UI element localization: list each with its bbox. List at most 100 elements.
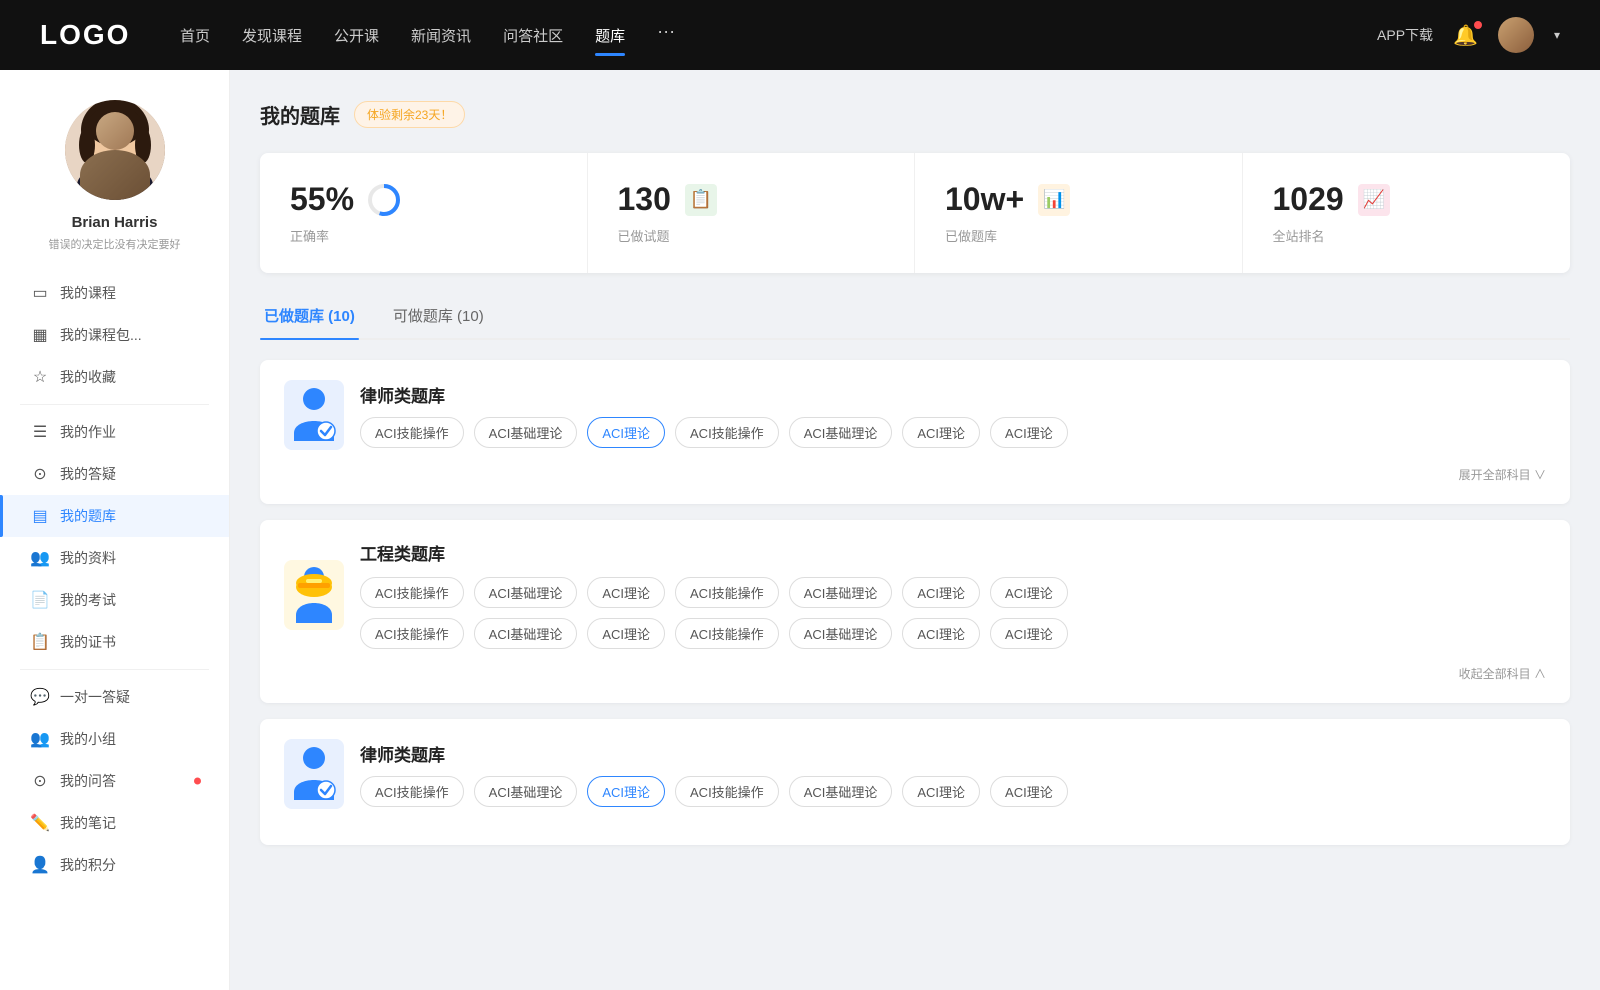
nav-discover[interactable]: 发现课程	[242, 21, 302, 50]
menu-divider-1	[20, 404, 209, 405]
sidebar-item-myfavorite[interactable]: ☆ 我的收藏	[0, 356, 229, 398]
donut-chart	[366, 182, 402, 218]
bank-tags-engineer-row1: ACI技能操作 ACI基础理论 ACI理论 ACI技能操作 ACI基础理论 AC…	[360, 577, 1546, 608]
bank-tag[interactable]: ACI理论	[902, 618, 980, 649]
sidebar-item-mypoints[interactable]: 👤 我的积分	[0, 844, 229, 886]
sidebar-item-myqanda[interactable]: ⊙ 我的问答	[0, 760, 229, 802]
bank-tag[interactable]: ACI基础理论	[789, 417, 893, 448]
bank-card-header-3: 律师类题库 ACI技能操作 ACI基础理论 ACI理论 ACI技能操作 ACI基…	[284, 739, 1546, 809]
page-header: 我的题库 体验剩余23天！	[260, 100, 1570, 129]
stat-icon-banks: 📊	[1036, 182, 1072, 218]
ranking-icon-box: 📈	[1358, 184, 1390, 216]
stat-label-done: 已做试题	[618, 226, 885, 245]
sidebar-item-mynotes[interactable]: ✏️ 我的笔记	[0, 802, 229, 844]
bank-title-3: 律师类题库 ACI技能操作 ACI基础理论 ACI理论 ACI技能操作 ACI基…	[360, 741, 1068, 807]
app-download-button[interactable]: APP下载	[1377, 25, 1433, 45]
sidebar-item-mycertificate[interactable]: 📋 我的证书	[0, 621, 229, 663]
bank-tag-active[interactable]: ACI理论	[587, 417, 665, 448]
bank-tag-active[interactable]: ACI理论	[587, 776, 665, 807]
sidebar-item-myexam[interactable]: 📄 我的考试	[0, 579, 229, 621]
bank-tag[interactable]: ACI基础理论	[789, 618, 893, 649]
nav-home[interactable]: 首页	[180, 21, 210, 50]
bank-tag[interactable]: ACI理论	[902, 577, 980, 608]
coursepack-icon: ▦	[30, 325, 50, 345]
bank-icon: 📊	[1043, 189, 1065, 210]
lawyer-icon-svg-2	[288, 744, 340, 804]
bank-footer-engineer: 收起全部科目 ∧	[284, 665, 1546, 683]
bank-icon-engineer	[284, 560, 344, 630]
stats-row: 55% 正确率 130 📋	[260, 153, 1570, 273]
bank-card-lawyer-1: 律师类题库 ACI技能操作 ACI基础理论 ACI理论 ACI技能操作 ACI基…	[260, 360, 1570, 504]
bank-tag[interactable]: ACI理论	[990, 776, 1068, 807]
nav-questionbank[interactable]: 题库	[595, 21, 625, 50]
stat-done-banks: 10w+ 📊 已做题库	[915, 153, 1243, 273]
bank-tag[interactable]: ACI基础理论	[474, 417, 578, 448]
logo: LOGO	[40, 19, 140, 51]
avatar-dropdown-icon[interactable]: ▾	[1554, 28, 1560, 42]
avatar[interactable]	[1498, 17, 1534, 53]
sidebar-item-1on1[interactable]: 💬 一对一答疑	[0, 676, 229, 718]
bank-tag[interactable]: ACI技能操作	[675, 417, 779, 448]
stat-done-questions: 130 📋 已做试题	[588, 153, 916, 273]
sidebar-item-myqa[interactable]: ⊙ 我的答疑	[0, 453, 229, 495]
banks-icon-box: 📊	[1038, 184, 1070, 216]
bank-tag[interactable]: ACI基础理论	[789, 776, 893, 807]
sidebar-menu: ▭ 我的课程 ▦ 我的课程包... ☆ 我的收藏 ☰ 我的作业 ⊙ 我的答疑 ▤	[0, 272, 229, 886]
sidebar-user-name: Brian Harris	[72, 214, 158, 231]
nav-qa[interactable]: 问答社区	[503, 21, 563, 50]
nav-more[interactable]: ···	[657, 21, 675, 50]
bank-icon-lawyer-2	[284, 739, 344, 809]
stat-label-banks: 已做题库	[945, 226, 1212, 245]
bank-tag[interactable]: ACI技能操作	[675, 776, 779, 807]
bank-title-text-3: 律师类题库	[360, 741, 1068, 766]
bank-tag[interactable]: ACI理论	[990, 577, 1068, 608]
sidebar-item-mycoursepack[interactable]: ▦ 我的课程包...	[0, 314, 229, 356]
bank-tags-3: ACI技能操作 ACI基础理论 ACI理论 ACI技能操作 ACI基础理论 AC…	[360, 776, 1068, 807]
sidebar-item-mycourse[interactable]: ▭ 我的课程	[0, 272, 229, 314]
bank-tag[interactable]: ACI基础理论	[474, 577, 578, 608]
lawyer-icon-svg	[288, 385, 340, 445]
sidebar-motto: 错误的决定比没有决定要好	[49, 236, 181, 252]
stat-label-accuracy: 正确率	[290, 226, 557, 245]
bank-tag[interactable]: ACI理论	[902, 776, 980, 807]
sidebar-item-myhomework[interactable]: ☰ 我的作业	[0, 411, 229, 453]
bank-tag[interactable]: ACI基础理论	[789, 577, 893, 608]
sidebar-item-myquestionbank[interactable]: ▤ 我的题库	[0, 495, 229, 537]
bank-tag[interactable]: ACI技能操作	[360, 776, 464, 807]
bank-tag[interactable]: ACI技能操作	[360, 417, 464, 448]
avatar-svg	[65, 100, 165, 200]
main-content: 我的题库 体验剩余23天！ 55% 正确率	[230, 70, 1600, 990]
bank-tag[interactable]: ACI技能操作	[360, 618, 464, 649]
bank-collapse-button[interactable]: 收起全部科目 ∧	[1459, 667, 1546, 681]
nav-opencourse[interactable]: 公开课	[334, 21, 379, 50]
bank-title-text-1: 律师类题库	[360, 382, 1068, 407]
qa-icon: ⊙	[30, 464, 50, 484]
page-body: Brian Harris 错误的决定比没有决定要好 ▭ 我的课程 ▦ 我的课程包…	[0, 70, 1600, 990]
bank-tag[interactable]: ACI理论	[587, 618, 665, 649]
bank-tag[interactable]: ACI理论	[587, 577, 665, 608]
nav-news[interactable]: 新闻资讯	[411, 21, 471, 50]
notes-icon: ✏️	[30, 813, 50, 833]
bank-tag[interactable]: ACI理论	[902, 417, 980, 448]
tab-available-banks[interactable]: 可做题库 (10)	[389, 297, 488, 338]
sidebar-item-myprofile[interactable]: 👥 我的资料	[0, 537, 229, 579]
favorite-icon: ☆	[30, 367, 50, 387]
bank-tag[interactable]: ACI理论	[990, 618, 1068, 649]
bank-tag[interactable]: ACI基础理论	[474, 618, 578, 649]
tab-done-banks[interactable]: 已做题库 (10)	[260, 297, 359, 338]
bank-tag[interactable]: ACI技能操作	[360, 577, 464, 608]
menu-divider-2	[20, 669, 209, 670]
bank-tag[interactable]: ACI基础理论	[474, 776, 578, 807]
stat-label-ranking: 全站排名	[1273, 226, 1541, 245]
list-icon: 📋	[690, 189, 712, 210]
top-navigation: LOGO 首页 发现课程 公开课 新闻资讯 问答社区 题库 ··· APP下载 …	[0, 0, 1600, 70]
bank-card-engineer: 工程类题库 ACI技能操作 ACI基础理论 ACI理论 ACI技能操作 ACI基…	[260, 520, 1570, 703]
bank-expand-button-1[interactable]: 展开全部科目 ∨	[1459, 468, 1546, 482]
bank-tag[interactable]: ACI理论	[990, 417, 1068, 448]
page-title: 我的题库	[260, 100, 340, 129]
bank-tag[interactable]: ACI技能操作	[675, 577, 779, 608]
bank-tag[interactable]: ACI技能操作	[675, 618, 779, 649]
certificate-icon: 📋	[30, 632, 50, 652]
notification-bell[interactable]: 🔔	[1453, 23, 1478, 48]
sidebar-item-mygroup[interactable]: 👥 我的小组	[0, 718, 229, 760]
